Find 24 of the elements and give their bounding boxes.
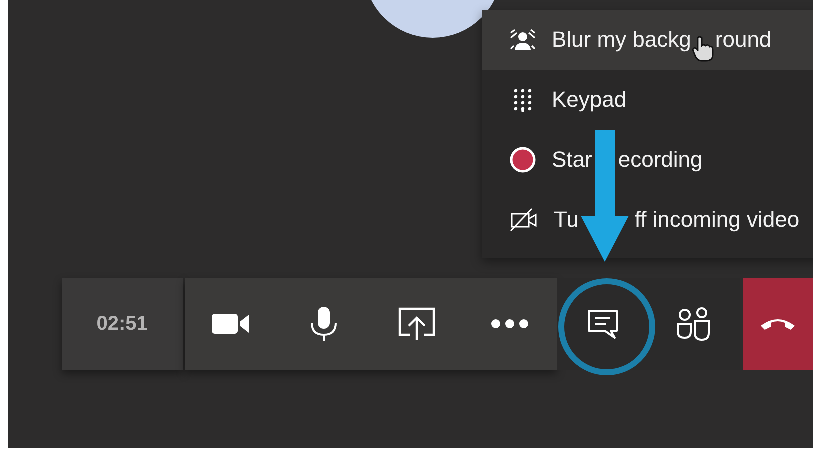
menu-item-label: Keypad <box>552 87 627 113</box>
menu-item-label: Star <box>552 147 592 173</box>
hang-up-icon <box>760 317 796 331</box>
chat-icon <box>586 308 619 340</box>
call-timer: 02:51 <box>62 278 183 370</box>
menu-item[interactable]: Tu ff incoming video <box>482 190 813 250</box>
menu-item-label: ecording <box>618 147 703 173</box>
menu-item[interactable]: Star ecording <box>482 130 813 190</box>
microphone-icon <box>310 306 338 342</box>
video-camera-icon <box>212 313 250 335</box>
people-icon <box>677 307 712 341</box>
menu-item-label: ff incoming video <box>634 207 800 233</box>
menu-item-label: Blur my backg <box>552 27 692 53</box>
hand-cursor-icon <box>692 36 714 62</box>
video-off-icon <box>510 208 538 232</box>
record-icon <box>510 147 536 173</box>
share-screen-icon <box>398 307 436 341</box>
blur-background-icon <box>510 29 536 51</box>
hang-up-button[interactable] <box>743 278 813 370</box>
more-options-icon <box>491 319 530 329</box>
menu-item[interactable]: Blur my backg round <box>482 10 813 70</box>
menu-item-label: round <box>715 27 772 53</box>
menu-item[interactable]: Keypad <box>482 70 813 130</box>
menu-item-label: Tu <box>554 207 579 233</box>
